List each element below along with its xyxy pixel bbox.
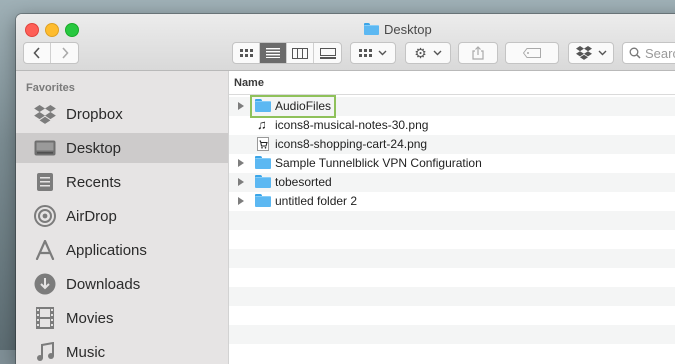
sidebar-item-downloads[interactable]: Downloads [16,269,228,299]
gallery-icon [319,47,336,59]
sidebar-item-label: Dropbox [66,105,123,123]
sidebar-item-desktop[interactable]: Desktop [16,133,228,163]
minimize-button[interactable] [45,23,59,37]
empty-row [229,249,675,268]
empty-row [229,268,675,287]
airdrop-icon [33,204,57,228]
window-title-text: Desktop [384,21,432,37]
movies-icon [33,306,57,330]
column-view-button[interactable] [287,43,314,63]
chevron-left-icon [33,47,40,59]
sidebar-item-label: Desktop [66,139,122,157]
dropbox-icon [575,46,592,60]
list-view-button[interactable] [260,43,287,63]
sidebar-item-label: Movies [66,309,114,327]
empty-row [229,211,675,230]
list-item[interactable]: AudioFiles [229,95,675,118]
musical-notes-icon: ♫ [257,117,267,132]
list-item[interactable]: tobesorted [229,173,675,192]
chevron-right-icon [61,47,69,59]
view-mode-control [232,42,342,64]
disclosure-triangle-icon[interactable] [238,178,244,186]
disclosure-triangle-icon[interactable] [238,159,244,167]
tag-icon [523,48,541,58]
search-icon [629,47,641,59]
empty-row [229,325,675,344]
dropbox-icon [33,102,57,126]
share-icon [472,46,484,60]
finder-window: Desktop ⚙ Sear Favorites Dropbox Desktop… [16,14,675,364]
sidebar-item-label: AirDrop [66,207,117,225]
share-button[interactable] [458,42,498,64]
file-name: untitled folder 2 [275,194,358,208]
grid-icon [239,48,253,57]
disclosure-triangle-icon[interactable] [238,197,244,205]
back-button[interactable] [24,43,51,63]
sidebar-item-dropbox[interactable]: Dropbox [16,99,228,129]
action-button[interactable]: ⚙ [405,42,451,64]
group-by-button[interactable] [350,42,396,64]
empty-row [229,306,675,325]
sidebar-item-movies[interactable]: Movies [16,303,228,333]
icon-view-button[interactable] [233,43,260,63]
list-icon [266,48,280,58]
desktop-icon [33,136,57,160]
applications-icon [33,238,57,262]
sidebar-item-label: Applications [66,241,147,259]
list-item[interactable]: Sample Tunnelblick VPN Configuration [229,154,675,173]
zoom-button[interactable] [65,23,79,37]
music-icon [33,340,57,364]
sidebar-item-recents[interactable]: Recents [16,167,228,197]
list-item[interactable]: untitled folder 2 [229,192,675,211]
window-title: Desktop [364,21,432,37]
grid-icon [359,48,372,57]
shopping-cart-icon [257,137,273,151]
folder-icon [364,23,379,35]
file-name: icons8-musical-notes-30.png [275,118,429,132]
search-field[interactable]: Search [622,42,675,64]
file-list: Name AudioFiles ♫ icons8-musical-notes-3… [229,71,675,364]
folder-icon [255,175,271,188]
sidebar-item-label: Downloads [66,275,141,293]
sidebar-item-music[interactable]: Music [16,337,228,364]
chevron-down-icon [378,50,387,56]
folder-icon [255,156,271,169]
close-button[interactable] [25,23,39,37]
gear-icon: ⚙ [414,44,427,61]
dropbox-toolbar-button[interactable] [568,42,614,64]
nav-buttons [23,42,79,64]
sidebar-item-airdrop[interactable]: AirDrop [16,201,228,231]
sidebar: Favorites Dropbox Desktop Recents AirDro… [16,71,229,364]
columns-icon [292,47,308,59]
column-header-label: Name [234,77,264,89]
sidebar-item-label: Recents [66,173,122,191]
gallery-view-button[interactable] [314,43,341,63]
file-name: Sample Tunnelblick VPN Configuration [275,156,482,170]
empty-row [229,344,675,363]
file-name: tobesorted [275,175,332,189]
search-placeholder: Search [645,45,675,61]
sidebar-item-label: Music [66,343,106,361]
file-name: AudioFiles [275,99,332,113]
chevron-down-icon [598,50,606,56]
sidebar-item-applications[interactable]: Applications [16,235,228,265]
disclosure-triangle-icon[interactable] [238,102,244,110]
titlebar: Desktop ⚙ Sear [16,14,675,71]
tags-button[interactable] [505,42,559,64]
downloads-icon [33,272,57,296]
list-item[interactable]: icons8-shopping-cart-24.png [229,135,675,154]
empty-row [229,287,675,306]
forward-button[interactable] [51,43,78,63]
sidebar-section-header: Favorites [26,82,75,94]
chevron-down-icon [433,50,442,56]
column-header-name[interactable]: Name [229,71,675,95]
empty-row [229,230,675,249]
file-name: icons8-shopping-cart-24.png [275,137,428,151]
folder-icon [255,99,271,112]
folder-icon [255,194,271,207]
list-item[interactable]: ♫ icons8-musical-notes-30.png [229,116,675,135]
recents-icon [33,170,57,194]
